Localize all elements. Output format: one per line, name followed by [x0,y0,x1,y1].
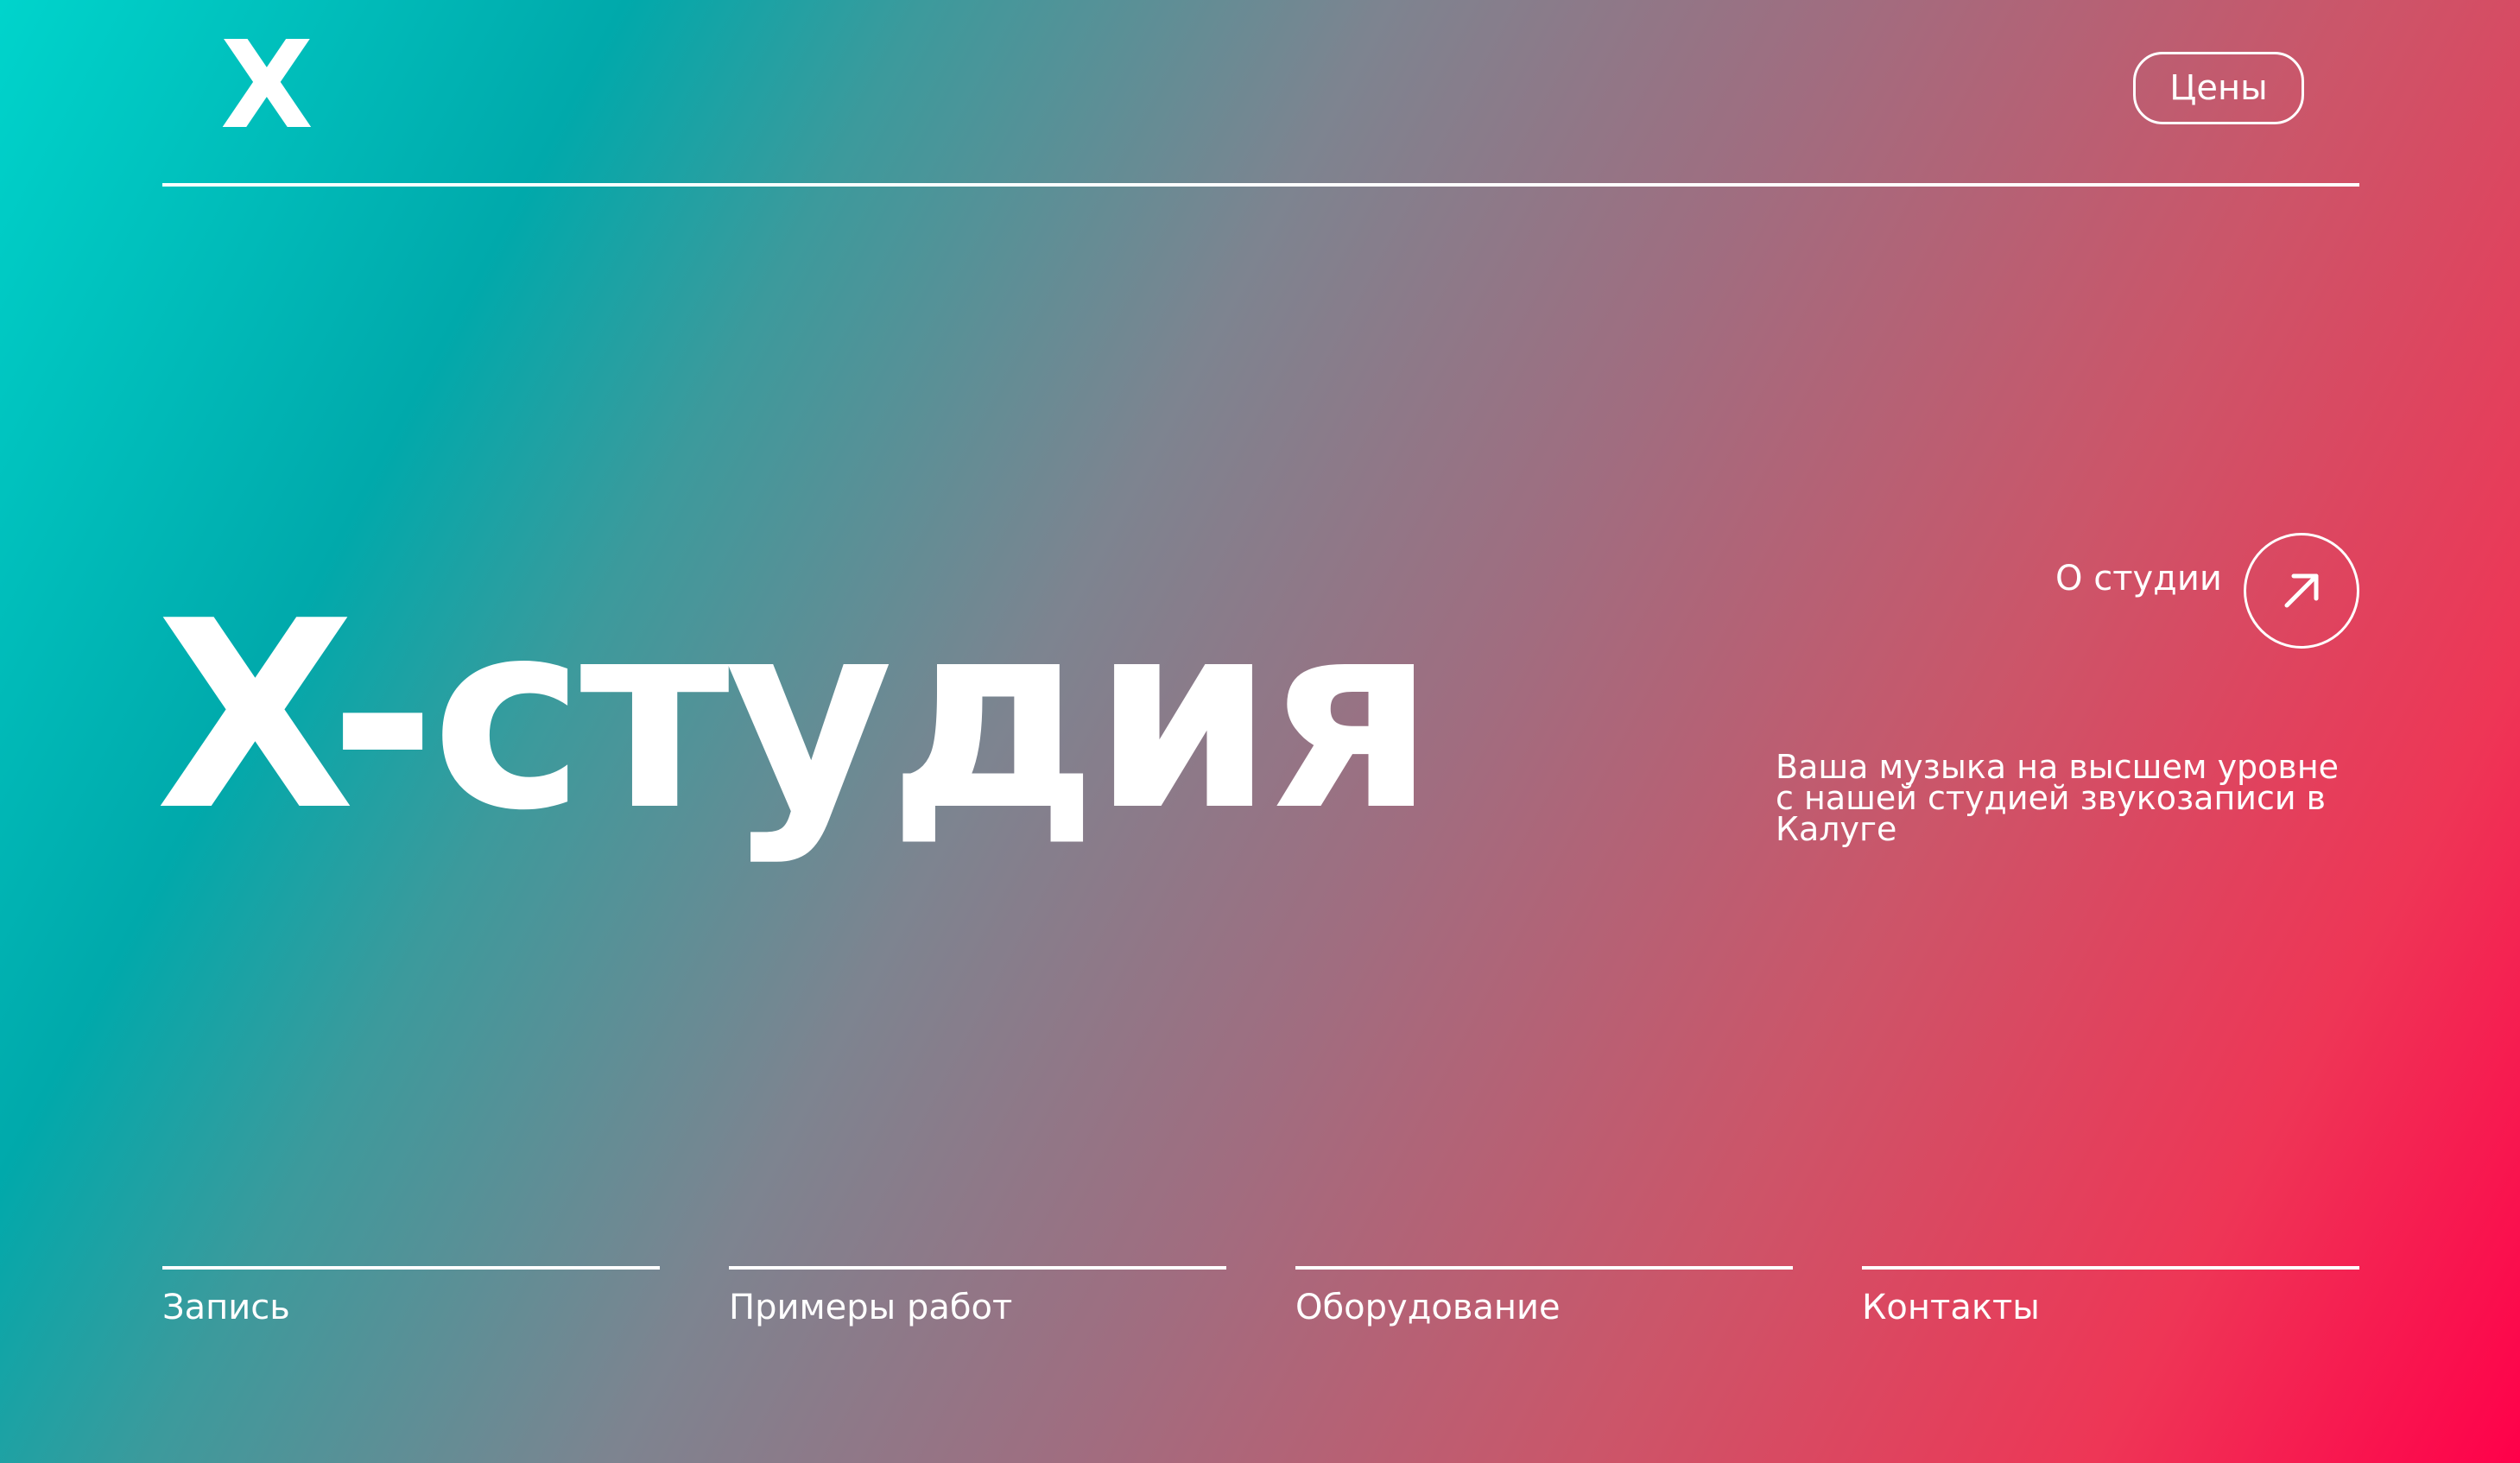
nav-divider [1295,1266,1793,1270]
nav-item-label: Примеры работ [729,1288,1013,1327]
nav-item-contacts[interactable]: Контакты [1862,1266,2359,1328]
nav-item-label: Запись [162,1288,290,1327]
nav-item-equipment[interactable]: Оборудование [1295,1266,1793,1328]
logo[interactable]: X [220,26,313,147]
nav-item-recording[interactable]: Запись [162,1266,660,1328]
about-studio-link[interactable]: О студии [2055,561,2222,596]
nav-item-portfolio[interactable]: Примеры работ [729,1266,1226,1328]
nav-divider [162,1266,660,1270]
nav-item-label: Оборудование [1295,1288,1561,1327]
nav-item-label: Контакты [1862,1288,2040,1327]
nav-divider [1862,1266,2359,1270]
about-studio-button[interactable] [2244,533,2359,649]
nav-divider [729,1266,1226,1270]
tagline: Ваша музыка на высшем уровне с нашей сту… [1776,748,2340,848]
page-title: X-студия [155,566,1435,867]
header-divider [162,183,2359,187]
arrow-up-right-icon [2284,573,2319,608]
prices-button[interactable]: Цены [2133,52,2304,124]
